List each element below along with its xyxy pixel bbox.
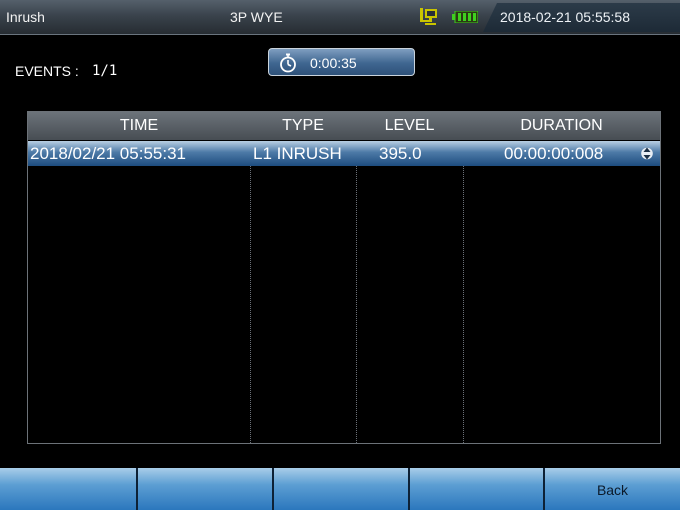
cell-type: L1 INRUSH [253,144,342,163]
network-icon [420,8,437,25]
events-table: TIME TYPE LEVEL DURATION 2018/02/21 05:5… [27,111,661,444]
column-divider [356,141,357,443]
column-header-time[interactable]: TIME [28,117,250,135]
cell-time: 2018/02/21 05:55:31 [30,144,186,163]
softkey-1[interactable] [0,468,138,510]
stopwatch-icon [280,53,296,73]
events-label: EVENTS : [15,63,79,79]
up-down-arrow-icon[interactable] [641,145,653,162]
table-row[interactable]: 2018/02/21 05:55:31 L1 INRUSH 395.0 00:0… [28,141,660,166]
softkey-3[interactable] [274,468,410,510]
timer-button[interactable]: 0:00:35 [268,48,415,76]
column-divider [250,141,251,443]
status-bar: Inrush 3P WYE 2018-02-21 05:55:58 [0,0,680,35]
datetime: 2018-02-21 05:55:58 [500,9,630,25]
battery-icon [452,11,478,23]
cell-duration: 00:00:00:008 [504,144,604,163]
column-header-type[interactable]: TYPE [250,117,356,135]
back-button-label: Back [596,482,629,498]
column-divider [463,141,464,443]
softkey-bar: Back [0,468,680,510]
page-title: Inrush [6,9,45,25]
softkey-4[interactable] [410,468,545,510]
cell-level: 395.0 [379,144,422,163]
softkey-2[interactable] [138,468,274,510]
events-count: 1/1 [92,63,118,79]
table-header: TIME TYPE LEVEL DURATION [28,112,660,140]
back-button[interactable]: Back [545,468,680,510]
timer-value: 0:00:35 [310,55,357,71]
column-header-level[interactable]: LEVEL [356,117,463,135]
wiring-mode: 3P WYE [230,9,283,25]
column-header-duration[interactable]: DURATION [463,117,660,135]
